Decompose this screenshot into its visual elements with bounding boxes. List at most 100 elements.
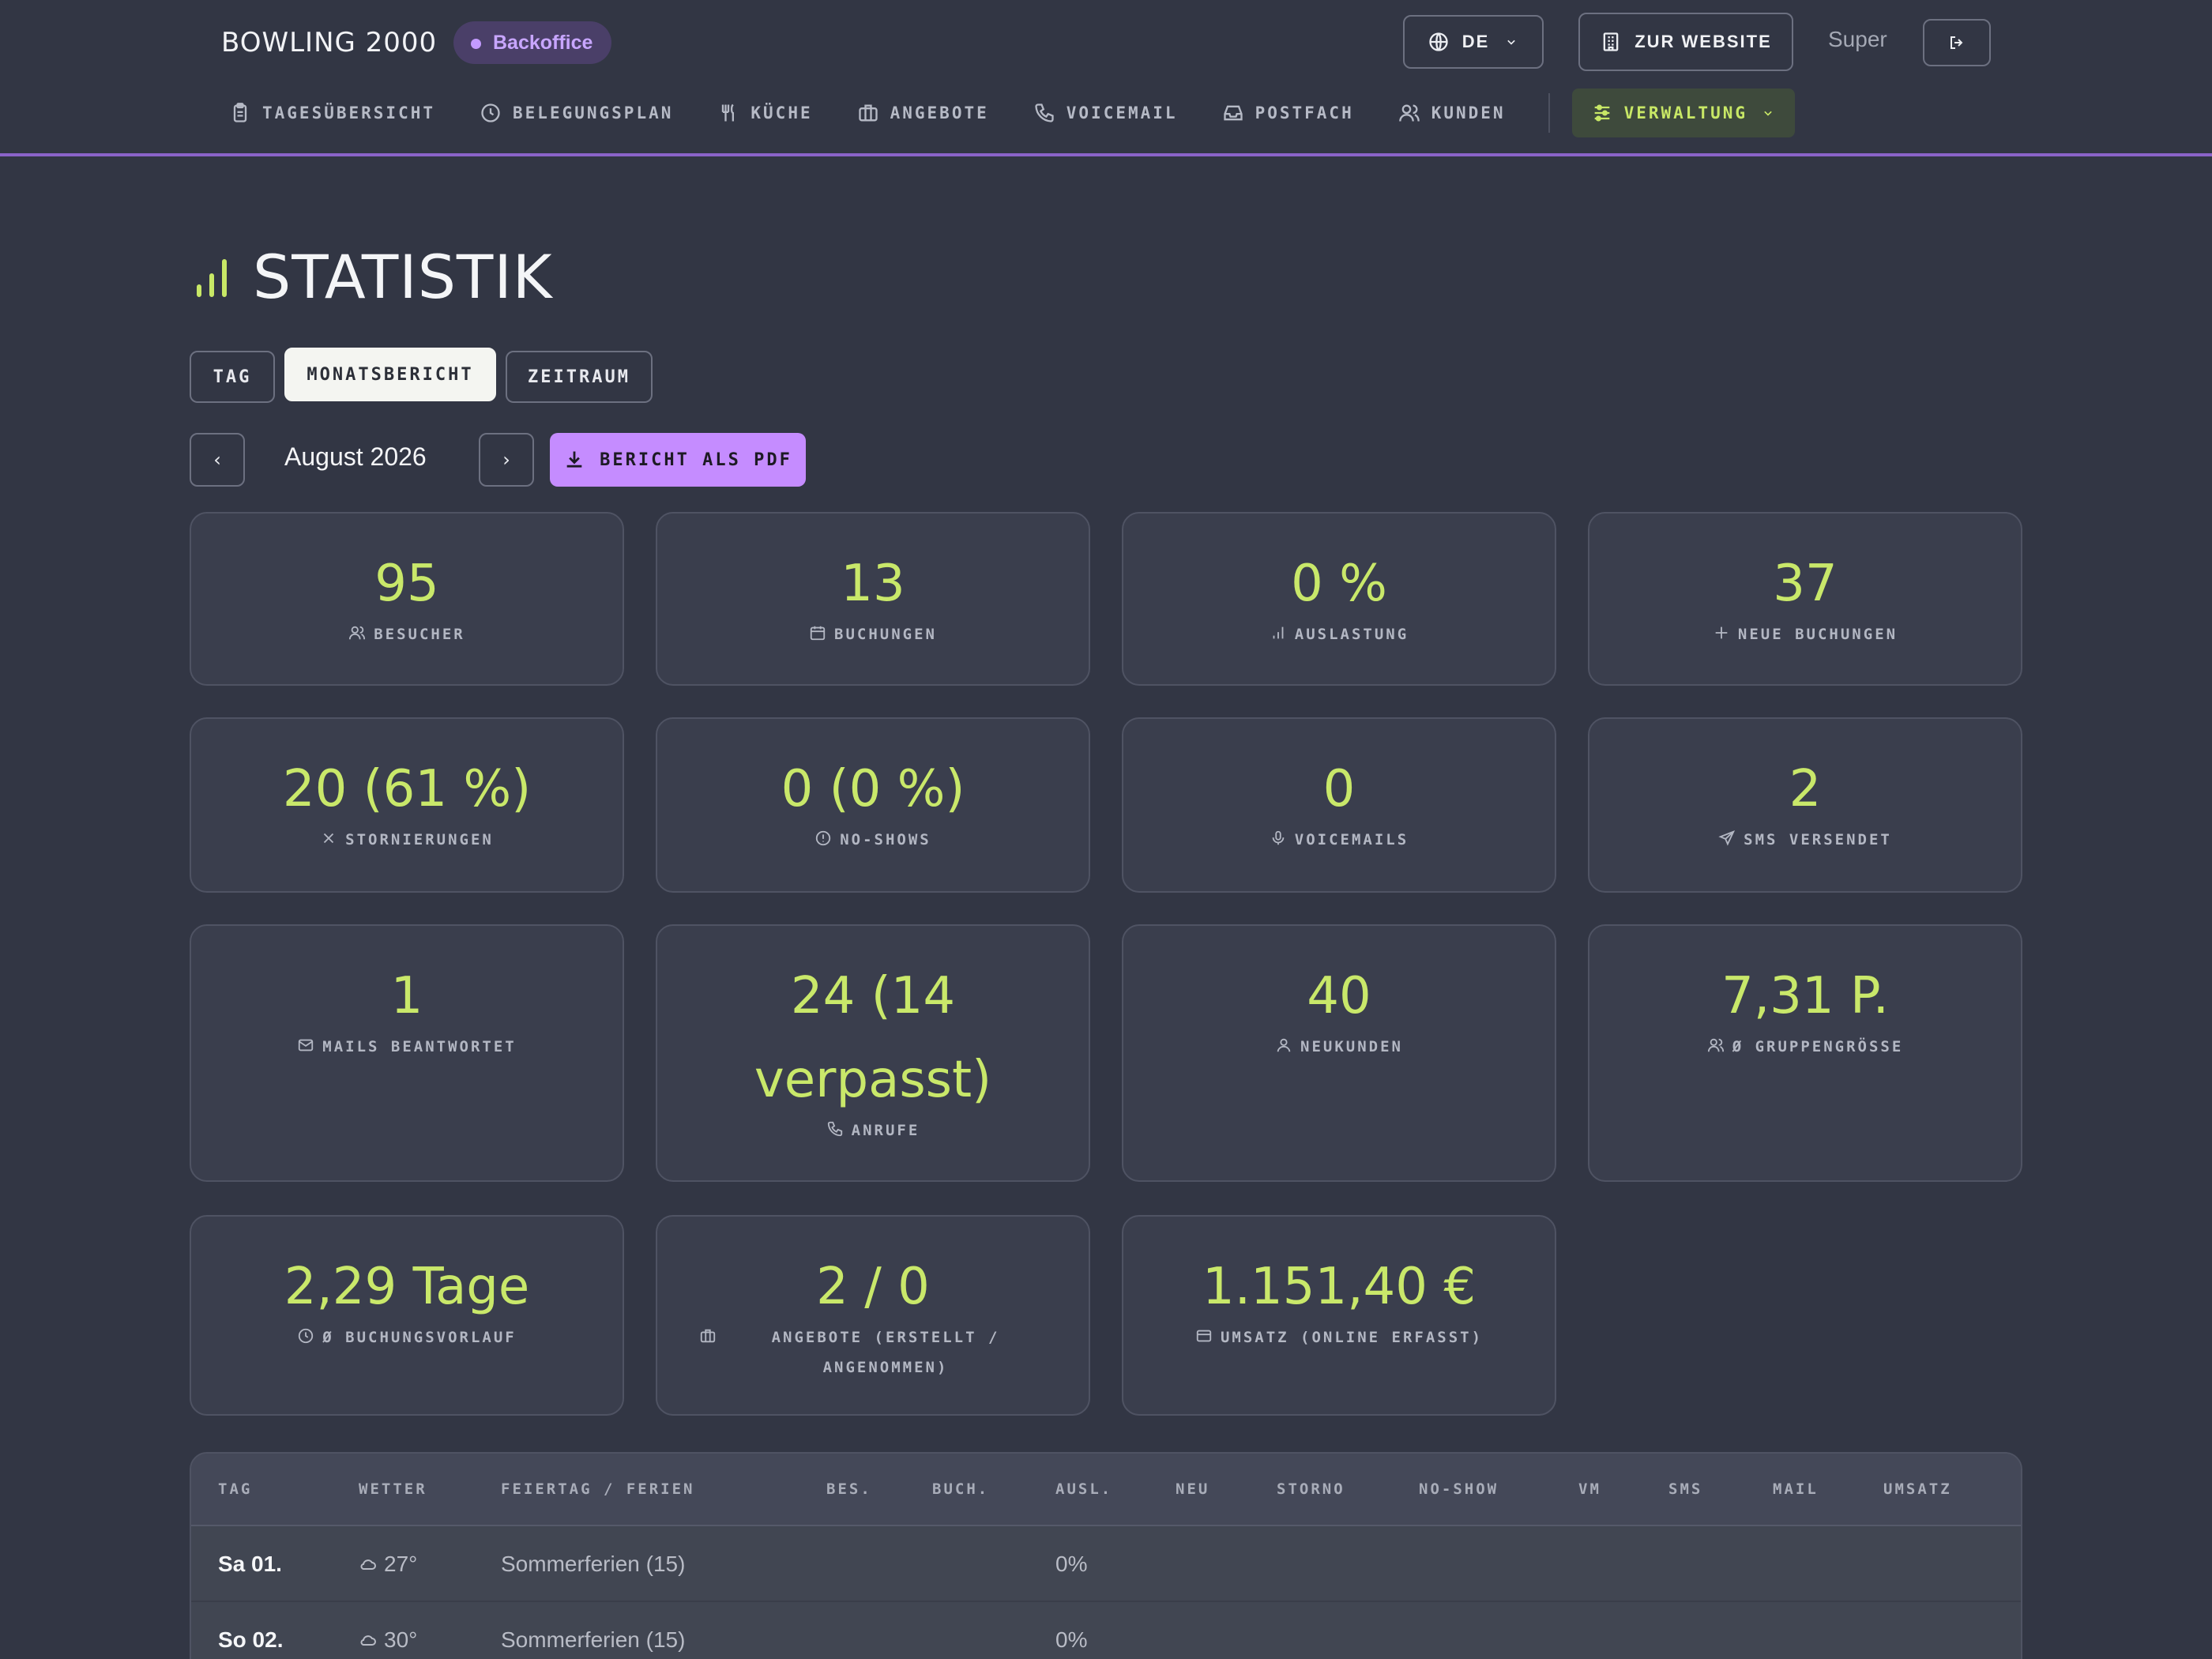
stat-value: 13 [841, 555, 905, 613]
plus-icon [1713, 619, 1738, 641]
column-header[interactable]: VM [1578, 1480, 1601, 1498]
stat-card-voicemails: 0 VOICEMAILS [1122, 717, 1556, 893]
nav-item-tagesuebersicht[interactable]: TAGESÜBERSICHT [229, 102, 435, 124]
nav-item-kunden[interactable]: KUNDEN [1398, 102, 1506, 124]
stat-label-row: AUSLASTUNG [1165, 619, 1513, 649]
cloud-icon [359, 1631, 384, 1650]
logout-button[interactable] [1923, 19, 1991, 66]
stat-label: NEUKUNDEN [1300, 1038, 1403, 1055]
tab-monatsbericht[interactable]: MONATSBERICHT [284, 348, 496, 401]
stat-label-row: ANRUFE [699, 1115, 1047, 1146]
users-icon [1707, 1032, 1732, 1054]
nav-label: KÜCHE [750, 103, 813, 122]
nav-label: POSTFACH [1255, 103, 1354, 122]
nav-item-belegungsplan[interactable]: BELEGUNGSPLAN [480, 102, 673, 124]
stat-label-row: VOICEMAILS [1165, 825, 1513, 855]
stat-label: NEUE BUCHUNGEN [1737, 626, 1898, 643]
stat-label: ANGEBOTE (ERSTELLT / ANGENOMMEN) [771, 1329, 1000, 1376]
stat-label: NO-SHOWS [840, 831, 931, 848]
download-icon [563, 449, 600, 471]
table-row[interactable]: So 02. 30° Sommerferien (15) 0% [191, 1602, 2021, 1659]
stat-card-neukunden: 40 NEUKUNDEN [1122, 924, 1556, 1182]
mic-icon [1270, 825, 1295, 847]
column-header[interactable]: WETTER [359, 1480, 427, 1498]
cell-day: Sa 01. [218, 1552, 282, 1576]
user-name: Super [1828, 27, 1887, 51]
next-month-button[interactable]: › [479, 433, 534, 487]
month-label: August 2026 [284, 442, 427, 471]
language-label: DE [1462, 32, 1490, 51]
calendar-icon [809, 619, 834, 641]
x-icon [320, 825, 345, 847]
chevron-down-icon [1760, 105, 1776, 121]
weather-value: 30° [384, 1627, 418, 1652]
language-select[interactable]: DE [1403, 15, 1544, 69]
cell-day: So 02. [218, 1627, 284, 1652]
column-header[interactable]: FEIERTAG / FERIEN [501, 1480, 694, 1498]
stat-value: 1.151,40 € [1202, 1258, 1477, 1316]
column-header[interactable]: NEU [1176, 1480, 1209, 1498]
column-header[interactable]: UMSATZ [1883, 1480, 1952, 1498]
tab-zeitraum[interactable]: ZEITRAUM [506, 351, 653, 403]
alert-icon [814, 825, 840, 847]
stat-value: 2,29 Tage [284, 1258, 530, 1316]
stat-value: 2 / 0 [816, 1258, 930, 1316]
stat-card-besucher: 95 BESUCHER [190, 512, 624, 686]
briefcase-icon [857, 102, 890, 124]
phone-icon [826, 1115, 852, 1138]
nav-item-kueche[interactable]: KÜCHE [717, 102, 812, 124]
stat-label: AUSLASTUNG [1294, 626, 1409, 643]
cell-holiday: Sommerferien (15) [501, 1627, 686, 1652]
logout-icon [1947, 33, 1966, 52]
stat-label: ANRUFE [851, 1122, 920, 1139]
nav-divider [1548, 93, 1550, 133]
column-header[interactable]: BUCH. [932, 1480, 989, 1498]
stat-card-gruppengroesse: 7,31 P. Ø GRUPPENGRÖSSE [1588, 924, 2022, 1182]
users-icon [1398, 102, 1431, 124]
pdf-report-button[interactable]: BERICHT ALS PDF [550, 433, 806, 487]
backoffice-badge: Backoffice [453, 21, 612, 64]
brand-logo[interactable]: BOWLING 2000 [221, 27, 437, 58]
nav-item-voicemail[interactable]: VOICEMAIL [1033, 102, 1178, 124]
table-row[interactable]: Sa 01. 27° Sommerferien (15) 0% [191, 1526, 2021, 1602]
stat-value: 20 (61 %) [282, 760, 532, 818]
nav-item-angebote[interactable]: ANGEBOTE [857, 102, 989, 124]
stat-value: 0 (0 %) [781, 760, 965, 818]
inbox-icon [1222, 102, 1255, 124]
stat-label-row: ANGEBOTE (ERSTELLT / ANGENOMMEN) [699, 1322, 1047, 1382]
stat-card-sms: 2 SMS VERSENDET [1588, 717, 2022, 893]
nav-item-verwaltung[interactable]: VERWALTUNG [1571, 88, 1796, 137]
stat-label: Ø BUCHUNGSVORLAUF [322, 1329, 517, 1346]
stat-card-buchungsvorlauf: 2,29 Tage Ø BUCHUNGSVORLAUF [190, 1215, 624, 1416]
clipboard-icon [229, 102, 262, 124]
sliders-icon [1591, 102, 1613, 124]
clock-icon [480, 102, 513, 124]
cell-holiday: Sommerferien (15) [501, 1552, 686, 1576]
cell-utilization: 0% [1055, 1627, 1088, 1652]
cloud-icon [359, 1555, 384, 1574]
stat-card-stornierungen: 20 (61 %) STORNIERUNGEN [190, 717, 624, 893]
nav-item-postfach[interactable]: POSTFACH [1222, 102, 1354, 124]
nav-label: ANGEBOTE [890, 103, 989, 122]
daily-stats-table: TAG WETTER FEIERTAG / FERIEN BES. BUCH. … [190, 1452, 2022, 1659]
top-header: BOWLING 2000 Backoffice DE ZUR WEBSITE S… [0, 0, 2212, 156]
stat-label: BESUCHER [374, 626, 465, 643]
stat-value: 1 [390, 967, 423, 1025]
stat-label-row: BUCHUNGEN [699, 619, 1047, 649]
stat-value: 0 % [1291, 555, 1387, 613]
stat-label: STORNIERUNGEN [345, 831, 494, 848]
column-header[interactable]: NO-SHOW [1419, 1480, 1499, 1498]
tab-tag[interactable]: TAG [190, 351, 275, 403]
prev-month-button[interactable]: ‹ [190, 433, 245, 487]
stat-label-row: SMS VERSENDET [1631, 825, 1979, 855]
column-header[interactable]: SMS [1668, 1480, 1702, 1498]
column-header[interactable]: BES. [826, 1480, 872, 1498]
column-header[interactable]: STORNO [1277, 1480, 1345, 1498]
column-header[interactable]: TAG [218, 1480, 252, 1498]
website-button[interactable]: ZUR WEBSITE [1578, 13, 1793, 71]
column-header[interactable]: MAIL [1773, 1480, 1819, 1498]
column-header[interactable]: AUSL. [1055, 1480, 1112, 1498]
stat-label-row: NEUKUNDEN [1165, 1032, 1513, 1062]
stat-card-umsatz: 1.151,40 € UMSATZ (ONLINE ERFASST) [1122, 1215, 1556, 1416]
user-icon [1275, 1032, 1300, 1054]
